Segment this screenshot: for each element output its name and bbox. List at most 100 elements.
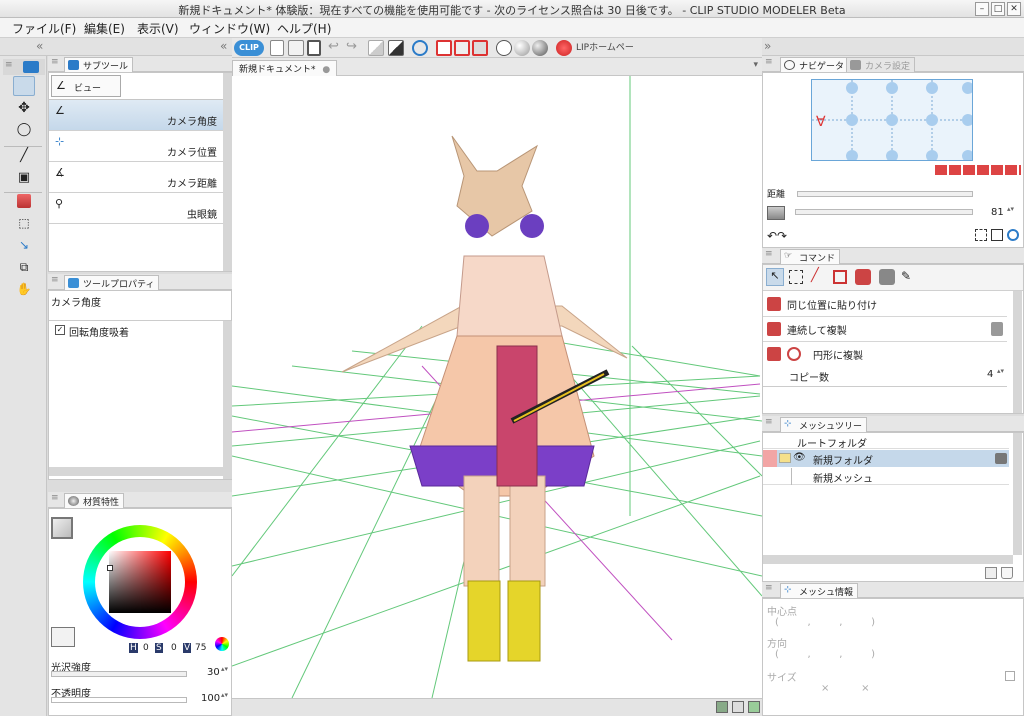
gloss-slider[interactable]	[51, 671, 187, 677]
undo-icon[interactable]: ↩	[328, 40, 344, 56]
menu-file[interactable]: ファイル(F)	[12, 20, 76, 37]
new-mesh-icon[interactable]	[985, 567, 997, 579]
tab-list-icon[interactable]: ▾	[753, 60, 758, 70]
tree-row-folder[interactable]: 👁 新規フォルダ	[763, 450, 1009, 467]
select-region-tool-icon[interactable]: ⬚	[13, 216, 35, 236]
shield-icon[interactable]	[879, 269, 895, 285]
new-document-icon[interactable]	[270, 40, 284, 56]
copy-count-value[interactable]: 4	[987, 369, 993, 380]
maximize-button[interactable]: □	[991, 2, 1005, 16]
menu-icon[interactable]: ≡	[5, 60, 13, 70]
object-tool-icon[interactable]	[17, 194, 31, 208]
transform-tool-icon[interactable]: ⧉	[13, 260, 35, 280]
copy-info-icon[interactable]	[1005, 671, 1015, 681]
subtool-item-camera-position[interactable]: ⊹ カメラ位置	[49, 131, 223, 162]
scale-icon[interactable]	[833, 270, 847, 284]
color-picker-handle[interactable]	[107, 565, 113, 571]
tab-document[interactable]: 新規ドキュメント* ●	[232, 60, 338, 76]
tab-camera-settings[interactable]: カメラ設定	[846, 57, 916, 72]
move-tool-icon[interactable]: ✥	[13, 100, 35, 120]
saturation-value-square[interactable]	[109, 551, 171, 613]
opacity-spin-icon[interactable]: ▴▾	[221, 691, 228, 699]
refresh-icon[interactable]	[412, 40, 428, 56]
distance-slider[interactable]	[797, 191, 973, 197]
diagonal-icon[interactable]: ╱	[811, 268, 819, 283]
tree-row-mesh[interactable]: 新規メッシュ	[763, 468, 1009, 485]
gloss-value[interactable]: 30	[207, 667, 220, 678]
subtool-item-camera-distance[interactable]: ∡ カメラ距離	[49, 162, 223, 193]
collapse-left-icon[interactable]: «	[36, 39, 43, 53]
view-mode-icon[interactable]	[716, 701, 728, 713]
close-button[interactable]: ✕	[1007, 2, 1021, 16]
tab-mesh-info[interactable]: ⊹ メッシュ情報	[780, 583, 859, 598]
camera-tool-icon[interactable]	[23, 61, 39, 73]
tree-row-root[interactable]: ルートフォルダ	[763, 433, 1009, 450]
tab-subtool[interactable]: サブツール	[64, 57, 134, 72]
marquee-icon[interactable]	[789, 270, 803, 284]
panel-menu-icon[interactable]: ≡	[765, 417, 773, 427]
tab-close-icon[interactable]: ●	[322, 65, 330, 75]
minimize-button[interactable]: –	[975, 2, 989, 16]
gloss-spin-icon[interactable]: ▴▾	[221, 665, 228, 673]
textured-sphere-icon[interactable]	[532, 40, 548, 56]
cube-tool-icon[interactable]: ▣	[13, 170, 35, 190]
flip-icon[interactable]: ↶↷	[767, 229, 787, 243]
select-frame2-icon[interactable]	[454, 40, 470, 56]
toolprop-h-scrollbar[interactable]	[49, 467, 223, 476]
command-scrollbar[interactable]	[1013, 291, 1022, 413]
lasso-tool-icon[interactable]: ◯	[13, 122, 35, 142]
collapse-toolbar-icon[interactable]: «	[220, 39, 227, 53]
object-icon[interactable]	[855, 269, 871, 285]
tab-material[interactable]: 材質特性	[64, 493, 125, 508]
camera-angle-tool-icon[interactable]	[13, 76, 35, 96]
panel-menu-icon[interactable]: ≡	[51, 275, 59, 285]
color-swatch[interactable]	[51, 517, 73, 539]
command-continuous-duplicate[interactable]: 連続して複製	[763, 318, 1007, 342]
lock-icon[interactable]	[995, 453, 1007, 464]
trash-icon[interactable]	[1001, 567, 1013, 579]
pointer-icon[interactable]: ↖	[766, 268, 784, 286]
toolprop-scrollbar[interactable]	[223, 321, 232, 479]
view-mode2-icon[interactable]	[732, 701, 744, 713]
character-model[interactable]	[341, 135, 628, 662]
line-tool-icon[interactable]: ╱	[13, 148, 35, 168]
menu-view[interactable]: 表示(V)	[137, 20, 179, 37]
collapse-right-icon[interactable]: »	[764, 39, 771, 53]
viewport-3d[interactable]	[232, 76, 762, 698]
zoom-value[interactable]: 81	[991, 207, 1004, 218]
open-folder-icon[interactable]	[288, 40, 304, 56]
view-mode3-icon[interactable]	[748, 701, 760, 713]
panel-menu-icon[interactable]: ≡	[51, 57, 59, 67]
panel-menu-icon[interactable]: ≡	[765, 583, 773, 593]
command-paste-same-position[interactable]: 同じ位置に貼り付け	[763, 293, 1007, 317]
opacity-value[interactable]: 100	[201, 693, 220, 704]
select-frame3-icon[interactable]	[472, 40, 488, 56]
hue-wheel[interactable]	[83, 525, 197, 639]
menu-help[interactable]: ヘルプ(H)	[277, 20, 331, 37]
globe-icon[interactable]	[556, 40, 572, 56]
zoom-slider[interactable]	[795, 209, 973, 215]
subtool-group-view[interactable]: ∠ ビュー	[51, 75, 121, 97]
fit-view-icon[interactable]	[975, 229, 987, 241]
snap-rotation-checkbox[interactable]: ✓	[55, 325, 65, 335]
select-frame-icon[interactable]	[436, 40, 452, 56]
panel-menu-icon[interactable]: ≡	[765, 57, 773, 67]
settings-icon[interactable]	[991, 322, 1003, 336]
clip-button[interactable]: CLIP	[234, 40, 264, 56]
menu-window[interactable]: ウィンドウ(W)	[189, 20, 270, 37]
tab-command[interactable]: ☞ コマンド	[780, 249, 841, 264]
grid-view-icon[interactable]	[991, 229, 1003, 241]
tab-tool-property[interactable]: ツールプロパティ	[64, 275, 160, 290]
panel-menu-icon[interactable]: ≡	[51, 493, 59, 503]
open-material-folder-icon[interactable]	[51, 627, 75, 647]
meshtree-h-scrollbar[interactable]	[763, 555, 1013, 564]
curve-tool-icon[interactable]: ↘	[13, 238, 35, 258]
subtool-scrollbar[interactable]	[223, 73, 232, 271]
clear-icon[interactable]	[368, 40, 384, 56]
shaded-sphere-icon[interactable]	[514, 40, 530, 56]
opacity-slider[interactable]	[51, 697, 187, 703]
navigator-preview[interactable]: ∀	[811, 79, 974, 162]
panel-menu-icon[interactable]: ≡	[765, 249, 773, 259]
wireframe-sphere-icon[interactable]	[496, 40, 512, 56]
tab-navigator[interactable]: ナビゲータ	[780, 57, 850, 72]
